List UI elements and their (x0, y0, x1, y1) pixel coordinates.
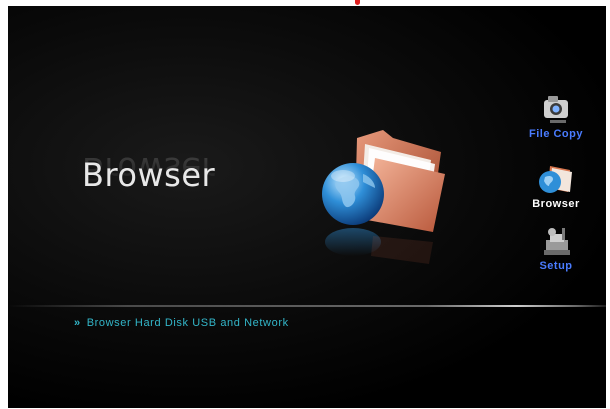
top-marker (355, 0, 360, 5)
side-menu-label: Setup (539, 260, 573, 272)
camera-copy-icon (544, 96, 568, 123)
gear-tools-icon (544, 228, 570, 255)
browser-hero-icon (313, 124, 453, 274)
side-menu-item-file-copy[interactable]: File Copy (506, 94, 606, 140)
divider (8, 305, 606, 307)
page-title-reflection: Browser (82, 150, 216, 188)
globe-folder-icon (539, 166, 572, 193)
media-player-screen: Browser Browser File Copy Browser Setup … (8, 6, 606, 408)
description-line: » Browser Hard Disk USB and Network (74, 317, 289, 329)
side-menu-label: File Copy (528, 128, 583, 140)
chevron-right-icon: » (74, 317, 81, 329)
side-menu-item-setup[interactable]: Setup (506, 226, 606, 272)
side-menu-item-browser[interactable]: Browser (506, 162, 606, 210)
description-text: Browser Hard Disk USB and Network (86, 317, 289, 329)
side-menu-label: Browser (532, 198, 580, 210)
side-menu: File Copy Browser Setup (506, 92, 606, 282)
